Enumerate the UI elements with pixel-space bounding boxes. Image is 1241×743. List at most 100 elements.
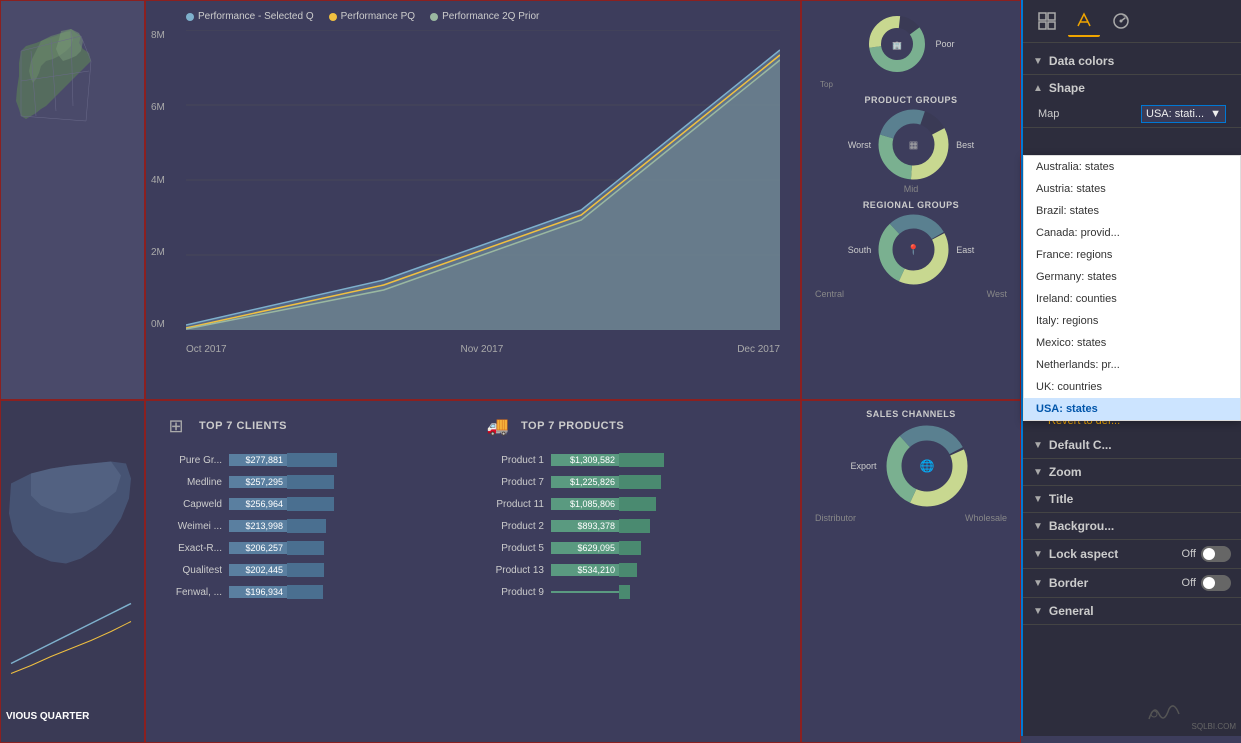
product-name: Product 5 [483, 537, 548, 559]
dropdown-item-4[interactable]: France: regions [1024, 244, 1240, 266]
data-colors-label: Data colors [1049, 54, 1114, 68]
dropdown-item-10[interactable]: UK: countries [1024, 376, 1240, 398]
products-header-row: 🚚 TOP 7 PRODUCTS [483, 411, 785, 441]
shape-section: ▲ Shape Map USA: stati... ▼ Australia: s… [1023, 75, 1241, 128]
default-c-header[interactable]: ▼ Default C... [1023, 432, 1241, 458]
dropdown-item-2[interactable]: Brazil: states [1024, 200, 1240, 222]
sales-channels-section: SALES CHANNELS Export 🌐 Distributor Whol… [801, 400, 1021, 743]
client-bar: $256,964 [226, 493, 463, 515]
zoom-section: ▼ Zoom [1023, 459, 1241, 486]
dropdown-item-1[interactable]: Austria: states [1024, 178, 1240, 200]
dropdown-item-0[interactable]: Australia: states [1024, 156, 1240, 178]
toolbar-analytics-btn[interactable] [1105, 5, 1137, 37]
dropdown-item-9[interactable]: Netherlands: pr... [1024, 354, 1240, 376]
lock-aspect-switch[interactable] [1201, 546, 1231, 562]
title-label: Title [1049, 492, 1073, 506]
svg-text:🌐: 🌐 [919, 459, 934, 473]
background-header[interactable]: ▼ Backgrou... [1023, 513, 1241, 539]
products-table: Product 1 $1,309,582 Product 7 $1,225,82… [483, 449, 785, 603]
zoom-header[interactable]: ▼ Zoom [1023, 459, 1241, 485]
regional-groups-group: REGIONAL GROUPS South 📍 East Central Wes… [810, 200, 1012, 299]
client-row-3: Weimei ... $213,998 [161, 515, 463, 537]
quarter-label: VIOUS QUARTER [6, 711, 89, 722]
map-section [0, 0, 145, 400]
default-c-section: ▼ Default C... [1023, 432, 1241, 459]
x-label-oct: Oct 2017 [186, 344, 227, 355]
product-bar: $893,378 [548, 515, 785, 537]
product-name: Product 2 [483, 515, 548, 537]
map-dropdown-arrow: ▼ [1210, 108, 1221, 120]
lock-aspect-section: ▼ Lock aspect Off [1023, 540, 1241, 569]
dropdown-item-7[interactable]: Italy: regions [1024, 310, 1240, 332]
general-header[interactable]: ▼ General [1023, 598, 1241, 624]
x-axis-labels: Oct 2017 Nov 2017 Dec 2017 [186, 344, 780, 355]
map-dropdown[interactable]: Australia: statesAustria: statesBrazil: … [1023, 155, 1241, 421]
shape-header[interactable]: ▲ Shape [1023, 75, 1241, 101]
mini-map-svg [1, 401, 145, 742]
y-label-4m: 4M [151, 175, 165, 186]
legend-item-1: Performance - Selected Q [186, 11, 314, 22]
product-name: Product 11 [483, 493, 548, 515]
regional-groups-donut-wrap: South 📍 East [848, 212, 975, 287]
product-row-6: Product 9 [483, 581, 785, 603]
lock-aspect-header: ▼ Lock aspect Off [1023, 540, 1241, 568]
svg-text:🏢: 🏢 [893, 41, 903, 50]
product-groups-donut-wrap: Worst ▦ Best [848, 107, 974, 182]
y-label-0m: 0M [151, 319, 165, 330]
sc-wholesale-label: Wholesale [965, 513, 1007, 523]
border-toggle[interactable]: Off [1182, 575, 1231, 591]
toolbar-grid-btn[interactable] [1031, 5, 1063, 37]
product-row-4: Product 5 $629,095 [483, 537, 785, 559]
dropdown-item-11[interactable]: USA: states [1024, 398, 1240, 420]
panel-below-dropdown: Projection Revert to def... ▼ Default C.… [1023, 390, 1241, 625]
dropdown-item-8[interactable]: Mexico: states [1024, 332, 1240, 354]
border-switch[interactable] [1201, 575, 1231, 591]
product-bar [548, 581, 785, 603]
dropdown-item-6[interactable]: Ireland: counties [1024, 288, 1240, 310]
panel-toolbar [1023, 0, 1241, 43]
background-label: Backgrou... [1049, 519, 1114, 533]
regional-groups-title: REGIONAL GROUPS [863, 200, 959, 210]
chart-area: 8M 6M 4M 2M 0M [186, 30, 780, 330]
client-bar: $196,934 [226, 581, 463, 603]
donut-top-label-poor: Poor [935, 39, 954, 49]
shape-label: Shape [1049, 81, 1085, 95]
y-axis-labels: 8M 6M 4M 2M 0M [151, 30, 165, 330]
title-header[interactable]: ▼ Title [1023, 486, 1241, 512]
product-bar: $1,225,826 [548, 471, 785, 493]
clients-icon: ⊞ [161, 411, 191, 441]
legend-item-3: Performance 2Q Prior [430, 11, 539, 22]
sc-distributor-label: Distributor [815, 513, 856, 523]
product-row-5: Product 13 $534,210 [483, 559, 785, 581]
zoom-label: Zoom [1049, 465, 1082, 479]
dropdown-item-5[interactable]: Germany: states [1024, 266, 1240, 288]
product-row-2: Product 11 $1,085,806 [483, 493, 785, 515]
watermark: SQLBI.COM [1139, 699, 1236, 731]
lock-aspect-label: Lock aspect [1049, 547, 1118, 561]
client-name: Qualitest [161, 559, 226, 581]
main-area: Performance - Selected Q Performance PQ … [0, 0, 1021, 736]
legend-dot-3 [430, 13, 438, 21]
panel-content: ▼ Data colors ▲ Shape Map USA: stati... … [1023, 43, 1241, 736]
client-bar: $206,257 [226, 537, 463, 559]
map-row: Map USA: stati... ▼ [1023, 101, 1241, 127]
border-section: ▼ Border Off [1023, 569, 1241, 598]
pg-mid-label: Mid [904, 184, 919, 194]
y-label-6m: 6M [151, 102, 165, 113]
format-icon [1074, 10, 1094, 30]
pg-best-label: Best [956, 140, 974, 150]
x-label-nov: Nov 2017 [460, 344, 503, 355]
map-dropdown-trigger[interactable]: USA: stati... ▼ [1141, 105, 1226, 123]
tables-section: ⊞ TOP 7 CLIENTS Pure Gr... $277,881 Medl… [145, 400, 801, 743]
data-colors-header[interactable]: ▼ Data colors [1023, 48, 1241, 74]
client-name: Fenwal, ... [161, 581, 226, 603]
toolbar-format-btn[interactable] [1068, 5, 1100, 37]
bottom-row: VIOUS QUARTER ⊞ TOP 7 CLIENTS Pure Gr...… [0, 400, 1021, 743]
line-chart-svg [186, 30, 780, 330]
x-label-dec: Dec 2017 [737, 344, 780, 355]
map-background [1, 1, 144, 399]
data-colors-chevron: ▼ [1033, 56, 1043, 67]
dropdown-item-3[interactable]: Canada: provid... [1024, 222, 1240, 244]
sales-channels-donut-wrap: Export 🌐 [850, 421, 971, 511]
lock-aspect-toggle[interactable]: Off [1182, 546, 1231, 562]
